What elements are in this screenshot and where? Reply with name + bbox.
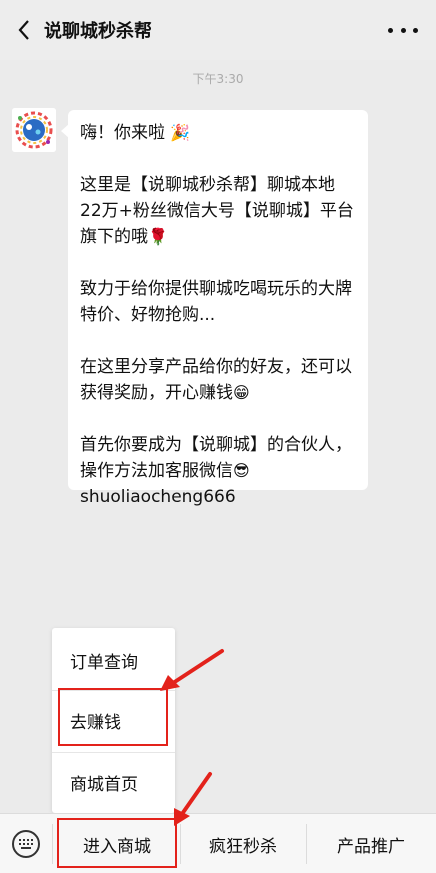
greeting-text: 嗨！你来啦 (80, 123, 165, 143)
sunglasses-emoji: 😎 (233, 461, 250, 480)
chat-header: 说聊城秒杀帮 (0, 0, 436, 60)
official-account-avatar (12, 108, 56, 152)
menu-item-shop-home[interactable]: 商城首页 (52, 752, 175, 812)
partner-text: 首先你要成为【说聊城】的合伙人，操作方法加客服微信 (80, 435, 352, 481)
party-popper-emoji: 🎉 (170, 123, 191, 142)
menu-tab-product-promo[interactable]: 产品推广 (306, 814, 436, 873)
annotation-arrow-icon (174, 772, 212, 826)
purpose-text: 致力于给你提供聊城吃喝玩乐的大牌特价、好物抢购... (80, 279, 352, 325)
highlight-box-earn-money (58, 688, 168, 746)
share-text: 在这里分享产品给你的好友，还可以获得奖励，开心赚钱 (80, 357, 352, 403)
more-dots-icon (388, 27, 393, 33)
chevron-left-icon (18, 20, 29, 40)
sender-avatar[interactable] (12, 108, 56, 152)
rose-emoji: 🌹 (148, 227, 168, 246)
back-button[interactable] (4, 0, 44, 60)
chat-title: 说聊城秒杀帮 (44, 21, 152, 42)
intro-text: 这里是【说聊城秒杀帮】聊城本地22万+粉丝微信大号【说聊城】平台旗下的哦 (80, 175, 354, 247)
keyboard-icon (19, 839, 33, 849)
keyboard-toggle-button[interactable] (12, 830, 40, 858)
highlight-box-enter-shop (57, 818, 177, 868)
grin-emoji: 😁 (233, 383, 250, 402)
more-button[interactable] (388, 18, 418, 42)
message-timestamp: 下午3:30 (192, 72, 244, 86)
message-bubble[interactable]: 嗨！你来啦 🎉 这里是【说聊城秒杀帮】聊城本地22万+粉丝微信大号【说聊城】平台… (61, 110, 368, 507)
menu-divider (52, 824, 53, 864)
annotation-arrow-icon (160, 649, 224, 691)
wechat-id-text: shuoliaocheng666 (80, 487, 236, 507)
